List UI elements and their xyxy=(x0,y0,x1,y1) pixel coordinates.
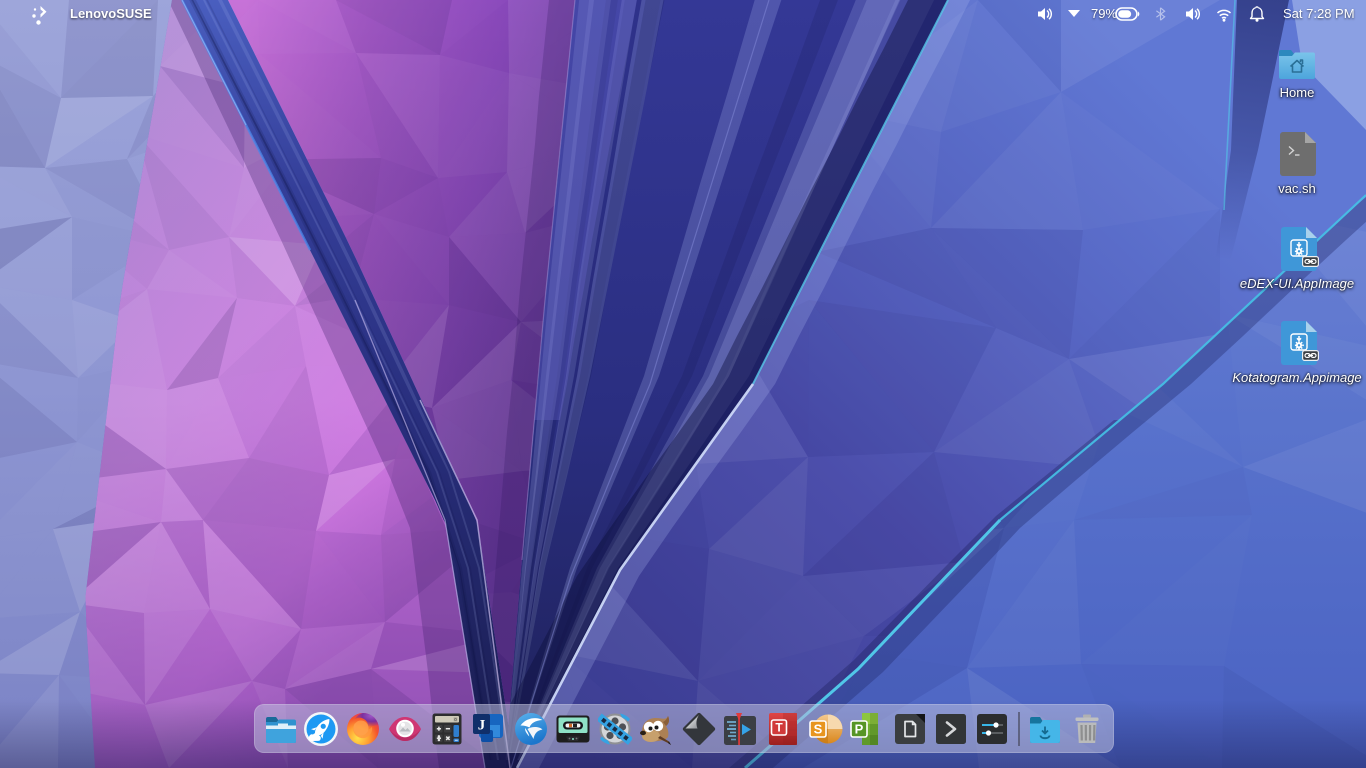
svg-text:P: P xyxy=(855,722,864,737)
svg-text:T: T xyxy=(775,721,783,735)
svg-text:J: J xyxy=(478,718,486,734)
svg-text:S: S xyxy=(814,722,823,737)
